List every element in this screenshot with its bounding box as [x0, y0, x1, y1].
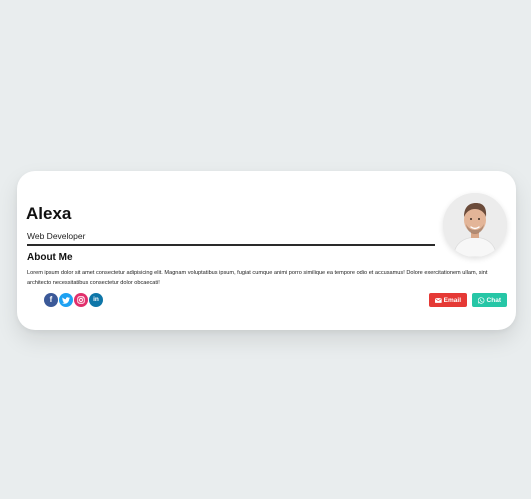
- social-links: f in: [44, 293, 103, 307]
- email-button-label: Email: [443, 296, 461, 304]
- profile-card: Alexa Web Developer About Me Lorem ipsum…: [17, 171, 516, 330]
- email-button[interactable]: Email: [429, 293, 467, 307]
- about-heading: About Me: [27, 252, 73, 263]
- about-text: Lorem ipsum dolor sit amet consectetur a…: [27, 270, 488, 286]
- whatsapp-icon: [478, 296, 485, 304]
- linkedin-icon[interactable]: in: [89, 293, 103, 307]
- chat-button-label: Chat: [486, 296, 501, 304]
- profile-name: Alexa: [26, 204, 72, 223]
- facebook-glyph: f: [49, 295, 53, 304]
- instagram-camera-icon: [77, 296, 85, 304]
- avatar: [443, 193, 507, 257]
- chat-button[interactable]: Chat: [472, 293, 507, 307]
- instagram-icon[interactable]: [74, 293, 88, 307]
- divider: [27, 244, 435, 246]
- action-buttons: Email Chat: [429, 293, 507, 307]
- avatar-photo: [443, 193, 507, 257]
- profile-role: Web Developer: [27, 231, 86, 241]
- linkedin-glyph: in: [93, 295, 99, 303]
- twitter-bird-icon: [62, 296, 70, 304]
- envelope-icon: [435, 297, 442, 303]
- twitter-icon[interactable]: [59, 293, 73, 307]
- facebook-icon[interactable]: f: [44, 293, 58, 307]
